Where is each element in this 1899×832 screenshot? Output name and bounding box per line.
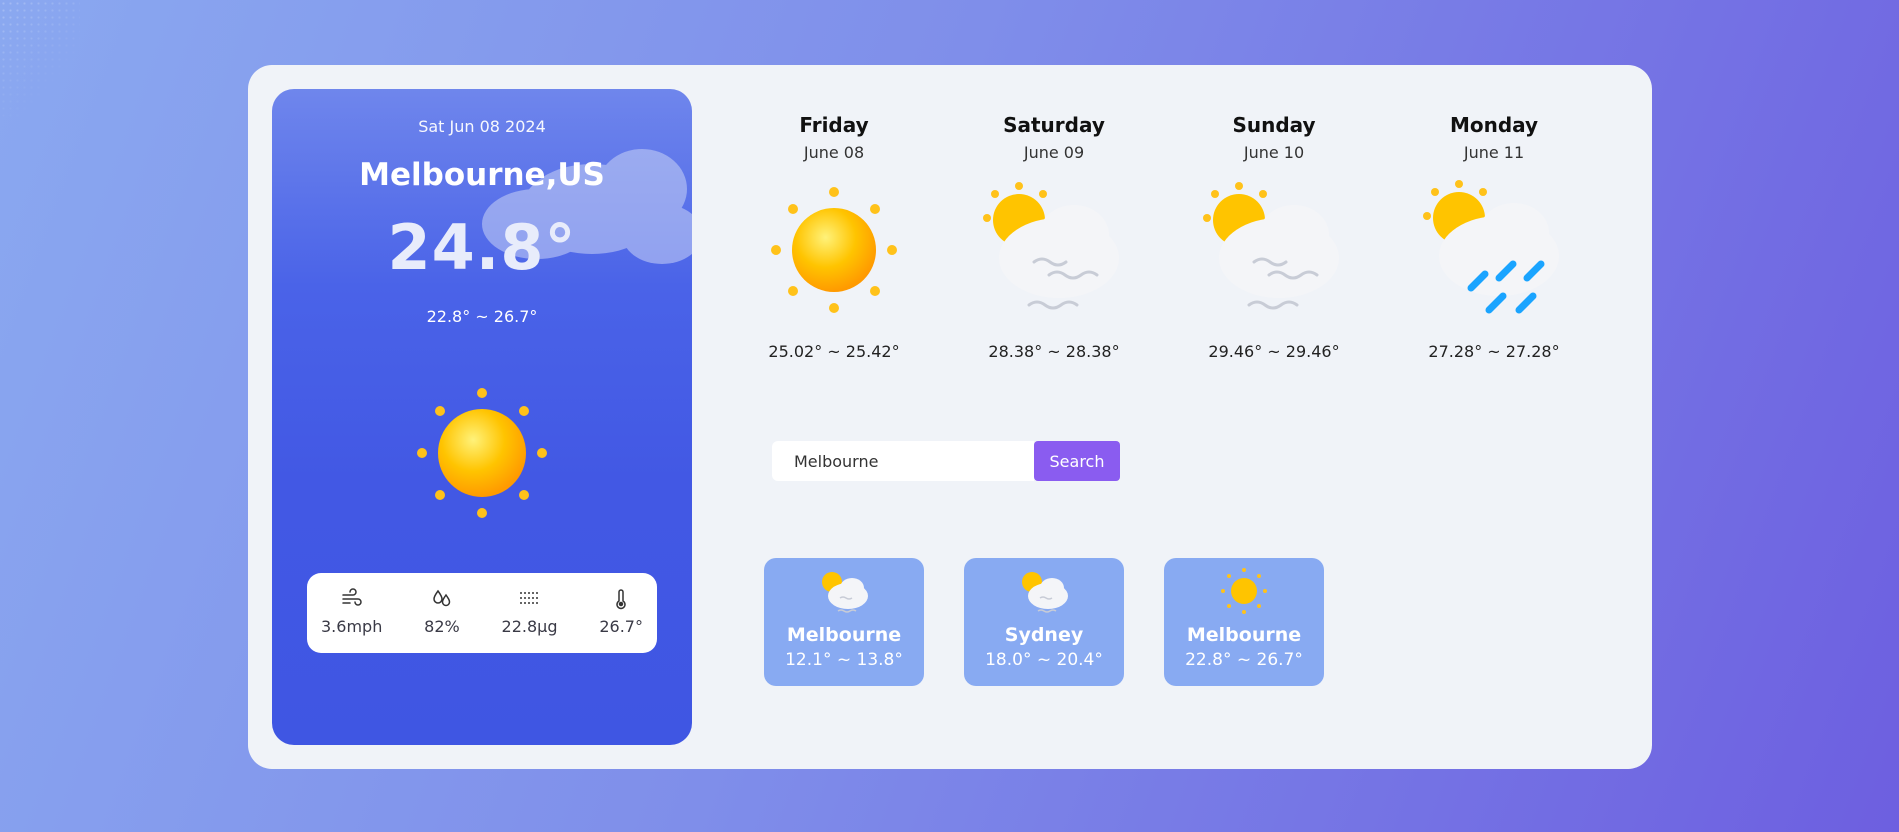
city-temp-range: 22.8° ~ 26.7° [1185, 650, 1303, 670]
day-name: Saturday [1003, 113, 1105, 137]
day-name: Monday [1449, 113, 1539, 137]
search-input[interactable] [772, 441, 1034, 481]
current-weather-card: Sat Jun 08 2024 Melbourne,US 24.8° 22.8°… [272, 89, 692, 745]
sun-icon [771, 187, 897, 313]
city-temp-range: 12.1° ~ 13.8° [785, 650, 903, 670]
day-temp-range: 25.02° ~ 25.42° [768, 342, 900, 361]
day-name: Sunday [1232, 113, 1316, 137]
fog-cloud-icon [983, 182, 1119, 310]
stat-humidity: 82% [424, 587, 460, 653]
fog-cloud-icon [822, 572, 868, 613]
humidity-icon [433, 589, 451, 607]
saved-cities: Melbourne 12.1° ~ 13.8° Sydney 18.0° ~ 2… [764, 558, 1324, 686]
city-name: Sydney [1004, 624, 1084, 646]
weather-stats: 3.6mph 82% 22.8μg 26.7° [307, 573, 657, 653]
wind-icon [341, 588, 362, 606]
haze-value: 22.8μg [501, 617, 558, 636]
forecast-day: Sunday June 10 29.46° ~ 29.46° [1194, 105, 1354, 361]
fog-cloud-icon [1203, 182, 1339, 310]
humidity-value: 82% [424, 617, 460, 636]
stat-haze: 22.8μg [502, 587, 558, 653]
current-city: Melbourne,US [359, 157, 605, 193]
forecast-day: Saturday June 09 28.38° ~ 28.38° [974, 105, 1134, 361]
city-card[interactable]: Melbourne 22.8° ~ 26.7° [1164, 558, 1324, 686]
day-temp-range: 29.46° ~ 29.46° [1208, 342, 1340, 361]
city-name: Melbourne [1186, 624, 1302, 646]
rain-cloud-icon [1423, 180, 1559, 314]
forecast-day: Friday June 08 25.02° ~ 25.42° [754, 105, 914, 361]
forecast-day: Monday June 11 27.28° ~ 27.28° [1414, 105, 1574, 361]
background-dots [0, 0, 80, 120]
current-temp-range: 22.8° ~ 26.7° [426, 307, 538, 326]
day-temp-range: 28.38° ~ 28.38° [988, 342, 1120, 361]
sun-icon [417, 388, 547, 518]
current-temperature: 24.8° [387, 211, 577, 284]
city-card[interactable]: Sydney 18.0° ~ 20.4° [964, 558, 1124, 686]
search-button[interactable]: Search [1034, 441, 1120, 481]
day-temp-range: 27.28° ~ 27.28° [1428, 342, 1560, 361]
stat-wind: 3.6mph [321, 587, 382, 653]
city-temp-range: 18.0° ~ 20.4° [985, 650, 1103, 670]
day-date: June 09 [1023, 143, 1085, 162]
weather-app: Sat Jun 08 2024 Melbourne,US 24.8° 22.8°… [248, 65, 1652, 769]
day-date: June 10 [1243, 143, 1305, 162]
stat-temperature: 26.7° [599, 587, 643, 653]
city-card[interactable]: Melbourne 12.1° ~ 13.8° [764, 558, 924, 686]
wind-value: 3.6mph [321, 617, 383, 636]
current-date: Sat Jun 08 2024 [418, 117, 546, 136]
forecast: Friday June 08 25.02° ~ 25.42° Saturday … [742, 105, 1622, 395]
day-date: June 11 [1463, 143, 1525, 162]
day-name: Friday [799, 113, 869, 137]
day-date: June 08 [803, 143, 865, 162]
thermometer-icon [616, 589, 626, 610]
city-name: Melbourne [786, 624, 902, 646]
fog-cloud-icon [1022, 572, 1068, 613]
temperature-value: 26.7° [599, 617, 643, 636]
search-bar: Search [772, 441, 1120, 481]
haze-icon [519, 592, 540, 604]
sun-icon [1221, 568, 1267, 614]
